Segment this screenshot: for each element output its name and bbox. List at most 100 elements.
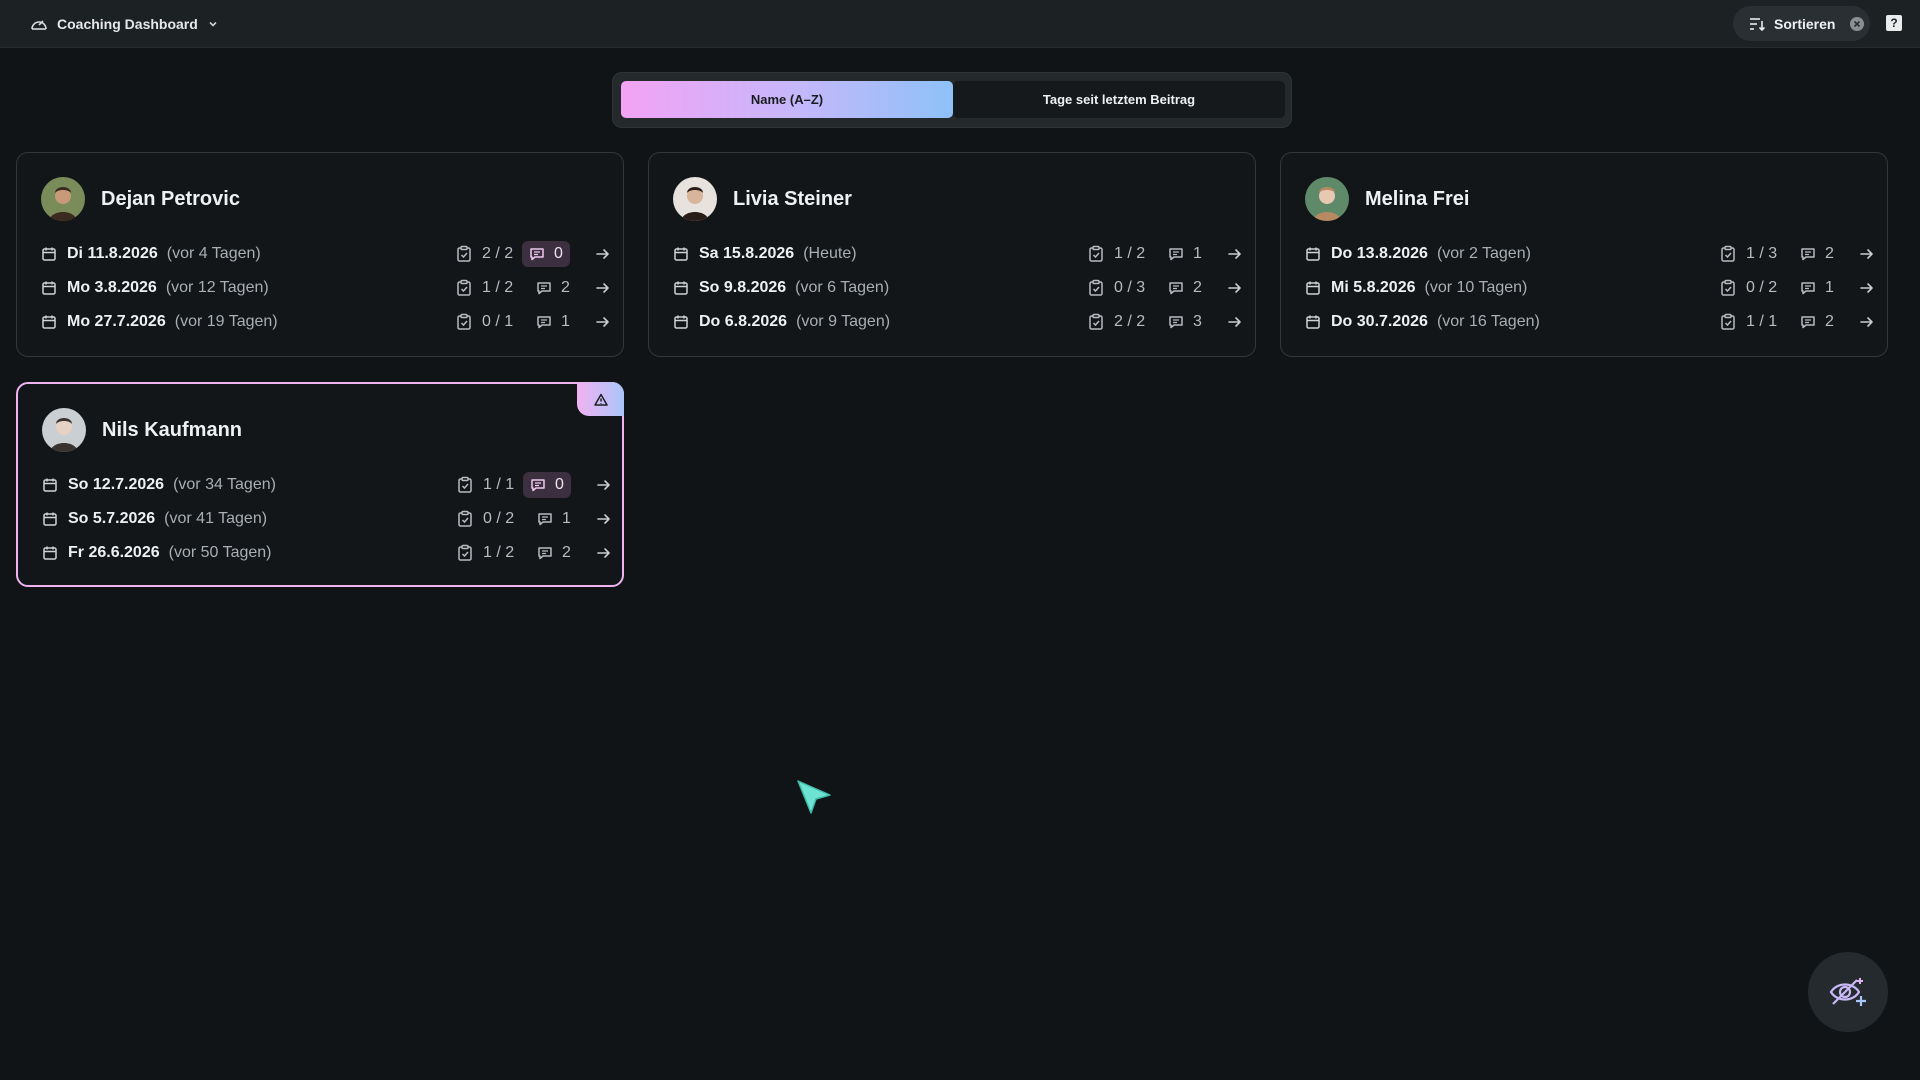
tasks-value: 0 / 2 xyxy=(483,510,515,527)
comments-count: 1 xyxy=(529,309,577,335)
arrow-right-icon[interactable] xyxy=(1859,246,1875,262)
warning-triangle-icon xyxy=(593,393,608,406)
coach-card[interactable]: Livia Steiner Sa 15.8.2026 (Heute) 1 / 2… xyxy=(648,152,1256,357)
entry-date: Sa 15.8.2026 xyxy=(699,245,795,262)
comment-icon xyxy=(1800,314,1816,330)
calendar-icon xyxy=(673,246,689,262)
comments-value: 1 xyxy=(561,313,570,330)
help-icon[interactable]: ? xyxy=(1886,15,1902,31)
entry-date: Di 11.8.2026 xyxy=(67,245,158,262)
tasks-count: 0 / 3 xyxy=(1087,279,1145,297)
entry-relative-time: (vor 10 Tagen) xyxy=(1424,279,1528,296)
tasks-count: 2 / 2 xyxy=(1087,313,1145,331)
arrow-right-icon[interactable] xyxy=(1227,280,1243,296)
entry-relative-time: (vor 34 Tagen) xyxy=(173,476,276,493)
calendar-icon xyxy=(41,280,57,296)
entry-row[interactable]: Sa 15.8.2026 (Heute) 1 / 2 1 xyxy=(673,237,1233,271)
entry-relative-time: (vor 16 Tagen) xyxy=(1436,313,1540,330)
insights-fab[interactable] xyxy=(1808,952,1888,1032)
calendar-icon xyxy=(673,314,689,330)
chevron-down-icon xyxy=(209,21,217,27)
arrow-right-icon[interactable] xyxy=(1859,280,1875,296)
app-switcher[interactable]: Coaching Dashboard xyxy=(30,12,219,36)
entry-row[interactable]: Do 13.8.2026 (vor 2 Tagen) 1 / 3 2 xyxy=(1305,237,1865,271)
avatar[interactable] xyxy=(41,177,85,221)
entry-row[interactable]: So 12.7.2026 (vor 34 Tagen) 1 / 1 0 xyxy=(42,468,602,502)
comment-icon xyxy=(1168,314,1184,330)
entry-date: Fr 26.6.2026 xyxy=(68,544,160,561)
comments-count: 2 xyxy=(1793,241,1841,267)
entry-date: So 5.7.2026 xyxy=(68,510,156,527)
arrow-right-icon[interactable] xyxy=(595,280,611,296)
sort-label: Sortieren xyxy=(1774,15,1836,32)
tasks-value: 1 / 3 xyxy=(1746,245,1778,262)
comments-value: 1 xyxy=(1193,245,1202,262)
tasks-value: 0 / 1 xyxy=(482,313,514,330)
dashboard-gauge-icon xyxy=(31,20,47,30)
app-title: Coaching Dashboard xyxy=(57,16,198,32)
entry-row[interactable]: Do 6.8.2026 (vor 9 Tagen) 2 / 2 3 xyxy=(673,305,1233,339)
clipboard-check-icon xyxy=(455,313,473,331)
comments-value: 1 xyxy=(562,510,571,527)
arrow-right-icon[interactable] xyxy=(1859,314,1875,330)
avatar[interactable] xyxy=(1305,177,1349,221)
tasks-count: 1 / 2 xyxy=(456,544,514,562)
entry-relative-time: (vor 41 Tagen) xyxy=(164,510,268,527)
coach-name: Dejan Petrovic xyxy=(101,187,240,210)
clipboard-check-icon xyxy=(456,476,474,494)
coach-card[interactable]: Nils Kaufmann So 12.7.2026 (vor 34 Tagen… xyxy=(16,382,624,587)
close-circle-icon[interactable] xyxy=(1850,16,1865,31)
entry-row[interactable]: Fr 26.6.2026 (vor 50 Tagen) 1 / 2 2 xyxy=(42,536,602,570)
tasks-value: 2 / 2 xyxy=(1114,313,1146,330)
entry-date: Do 6.8.2026 xyxy=(699,313,788,330)
entry-date: So 12.7.2026 xyxy=(68,476,165,493)
entry-list: Do 13.8.2026 (vor 2 Tagen) 1 / 3 2 Mi 5.… xyxy=(1305,237,1865,339)
card-header: Dejan Petrovic xyxy=(41,177,240,221)
comment-icon xyxy=(1168,280,1184,296)
arrow-right-icon[interactable] xyxy=(596,511,612,527)
avatar[interactable] xyxy=(673,177,717,221)
warning-badge[interactable] xyxy=(577,382,624,416)
entry-row[interactable]: Mi 5.8.2026 (vor 10 Tagen) 0 / 2 1 xyxy=(1305,271,1865,305)
entry-list: Di 11.8.2026 (vor 4 Tagen) 2 / 2 0 Mo 3.… xyxy=(41,237,601,339)
card-header: Nils Kaufmann xyxy=(42,408,242,452)
entry-row[interactable]: So 9.8.2026 (vor 6 Tagen) 0 / 3 2 xyxy=(673,271,1233,305)
comments-value: 2 xyxy=(1825,313,1834,330)
comments-count[interactable]: 0 xyxy=(522,241,570,267)
entry-date: Do 13.8.2026 xyxy=(1331,245,1428,262)
comments-count: 2 xyxy=(1161,275,1209,301)
tasks-value: 0 / 3 xyxy=(1114,279,1146,296)
arrow-right-icon[interactable] xyxy=(596,545,612,561)
calendar-icon xyxy=(1305,314,1321,330)
comments-count[interactable]: 0 xyxy=(523,472,571,498)
arrow-right-icon[interactable] xyxy=(1227,314,1243,330)
arrow-right-icon[interactable] xyxy=(595,246,611,262)
comment-icon xyxy=(536,314,552,330)
entry-relative-time: (vor 9 Tagen) xyxy=(796,313,891,330)
entry-row[interactable]: Mo 3.8.2026 (vor 12 Tagen) 1 / 2 2 xyxy=(41,271,601,305)
tasks-count: 0 / 1 xyxy=(455,313,513,331)
comments-value: 2 xyxy=(561,279,570,296)
comments-value: 0 xyxy=(555,476,564,493)
entry-row[interactable]: Mo 27.7.2026 (vor 19 Tagen) 0 / 1 1 xyxy=(41,305,601,339)
entry-relative-time: (Heute) xyxy=(803,245,857,262)
sort-option-days[interactable]: Tage seit letztem Beitrag xyxy=(953,81,1285,118)
coach-card[interactable]: Melina Frei Do 13.8.2026 (vor 2 Tagen) 1… xyxy=(1280,152,1888,357)
arrow-right-icon[interactable] xyxy=(595,314,611,330)
entry-list: So 12.7.2026 (vor 34 Tagen) 1 / 1 0 So 5… xyxy=(42,468,602,570)
comment-icon xyxy=(537,545,553,561)
avatar[interactable] xyxy=(42,408,86,452)
coach-card[interactable]: Dejan Petrovic Di 11.8.2026 (vor 4 Tagen… xyxy=(16,152,624,357)
entry-row[interactable]: Di 11.8.2026 (vor 4 Tagen) 2 / 2 0 xyxy=(41,237,601,271)
clipboard-check-icon xyxy=(1719,245,1737,263)
entry-row[interactable]: So 5.7.2026 (vor 41 Tagen) 0 / 2 1 xyxy=(42,502,602,536)
arrow-right-icon[interactable] xyxy=(596,477,612,493)
eye-sparkle-icon xyxy=(1829,978,1866,1006)
sort-option-name[interactable]: Name (A–Z) xyxy=(621,81,953,118)
sort-button[interactable]: Sortieren xyxy=(1733,6,1870,41)
arrow-right-icon[interactable] xyxy=(1227,246,1243,262)
comments-value: 3 xyxy=(1193,313,1202,330)
comments-value: 1 xyxy=(1825,279,1834,296)
entry-row[interactable]: Do 30.7.2026 (vor 16 Tagen) 1 / 1 2 xyxy=(1305,305,1865,339)
comments-count: 1 xyxy=(1793,275,1841,301)
